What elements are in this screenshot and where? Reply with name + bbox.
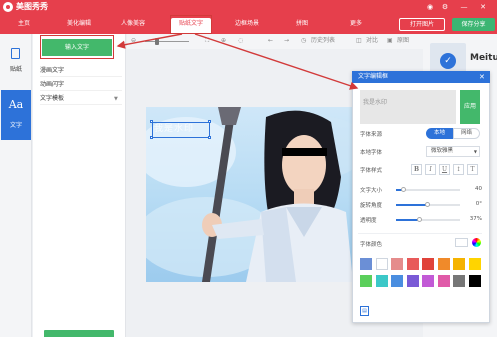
color-swatch[interactable] — [360, 275, 372, 287]
original-icon[interactable]: ▣ — [387, 37, 393, 45]
tab-collage[interactable]: 拼图 — [282, 18, 322, 30]
color-swatch[interactable] — [375, 275, 388, 287]
italic-button[interactable]: I — [425, 164, 436, 175]
dialog-divider — [358, 233, 482, 234]
tab-frame-scene[interactable]: 边框场景 — [224, 18, 270, 30]
local-font-label: 本地字体 — [360, 150, 383, 156]
redo-icon[interactable]: → — [284, 37, 289, 45]
menu-item-animated-text[interactable]: 动画闪字 — [40, 79, 122, 91]
watermark-text[interactable]: 我是水印 — [154, 122, 194, 136]
font-source-online-button[interactable]: 网络 — [453, 128, 480, 139]
color-swatch[interactable] — [406, 275, 419, 287]
original-label[interactable]: 原图 — [397, 37, 409, 45]
zoom-in-icon[interactable]: ⊕ — [221, 37, 226, 45]
menu-item-comic-text[interactable]: 漫画文字 — [40, 65, 122, 77]
compare-icon[interactable]: ◫ — [356, 37, 362, 45]
menu-item-text-template[interactable]: 文字模板 — [40, 93, 122, 105]
color-swatch[interactable] — [360, 258, 372, 270]
color-swatch[interactable] — [375, 258, 388, 270]
resize-handle-tl[interactable] — [150, 120, 153, 123]
nav-sticker[interactable]: 贴纸 — [0, 42, 32, 82]
nav-text[interactable]: Aa 文字 — [1, 90, 31, 140]
color-swatch[interactable] — [391, 258, 403, 270]
opacity-slider-knob[interactable] — [417, 217, 422, 222]
opacity-value: 37% — [469, 216, 482, 222]
compare-label[interactable]: 对比 — [366, 37, 378, 45]
color-swatch[interactable] — [422, 258, 434, 270]
title-bar — [0, 0, 497, 14]
save-share-button[interactable]: 保存分享 — [452, 18, 495, 31]
nav-sticker-label: 贴纸 — [9, 66, 22, 73]
size-slider-knob[interactable] — [401, 187, 406, 192]
check-icon: ✓ — [440, 53, 456, 69]
color-swatch[interactable] — [422, 275, 434, 287]
rotation-value: 0° — [475, 201, 482, 207]
size-value: 40 — [475, 186, 482, 192]
resize-handle-tr[interactable] — [208, 120, 211, 123]
font-source-label: 字体来源 — [360, 132, 383, 138]
app-title: 美图秀秀 — [16, 2, 48, 11]
preview-label: Meitu — [470, 53, 497, 63]
font-style-label: 字体样式 — [360, 168, 383, 174]
chevron-down-icon: ▼ — [473, 149, 477, 154]
rotation-slider-knob[interactable] — [425, 202, 430, 207]
fit-icon[interactable]: ⛶ — [205, 37, 209, 45]
resize-handle-br[interactable] — [208, 136, 211, 139]
current-color-box[interactable] — [455, 238, 468, 247]
color-swatch[interactable] — [468, 275, 481, 287]
color-swatch[interactable] — [437, 275, 450, 287]
bold-button[interactable]: B — [411, 164, 422, 175]
zoom-slider-knob[interactable] — [155, 38, 159, 45]
help-icon[interactable]: ◉ — [425, 1, 435, 13]
opacity-label: 透明度 — [360, 218, 377, 224]
bottom-action-button[interactable] — [44, 330, 114, 337]
tab-more[interactable]: 更多 — [336, 18, 376, 30]
zoom-slider[interactable] — [145, 41, 189, 42]
color-swatch[interactable] — [391, 275, 403, 287]
rotation-slider-fill — [396, 204, 428, 206]
tab-portrait[interactable]: 人像美容 — [110, 18, 156, 30]
color-swatch[interactable] — [406, 258, 419, 270]
underline-button[interactable]: U — [439, 164, 450, 175]
crop-icon[interactable]: ◌ — [238, 37, 243, 45]
nav-text-label: 文字 — [9, 122, 22, 129]
close-icon[interactable]: ✕ — [479, 72, 485, 82]
chevron-down-icon[interactable]: ▼ — [114, 96, 118, 102]
input-text-highlight-box — [40, 35, 114, 59]
size-label: 文字大小 — [360, 188, 383, 194]
app-logo-icon — [3, 2, 13, 12]
text-aa-icon: Aa — [8, 98, 24, 111]
text-input-placeholder: 我是水印 — [363, 99, 388, 106]
font-color-label: 字体颜色 — [360, 242, 383, 248]
history-icon[interactable]: ◷ — [301, 37, 306, 45]
open-image-button[interactable]: 打开图片 — [399, 18, 445, 31]
color-swatch[interactable] — [453, 258, 465, 270]
resize-handle-bl[interactable] — [150, 136, 153, 139]
apply-button[interactable]: 应用 — [460, 90, 480, 124]
color-swatch[interactable] — [453, 275, 465, 287]
close-icon[interactable]: ✕ — [478, 1, 488, 13]
text-input-area[interactable] — [360, 90, 456, 124]
rotation-label: 旋转角度 — [360, 203, 383, 209]
color-wheel-icon[interactable] — [472, 238, 481, 247]
undo-icon[interactable]: ← — [268, 37, 273, 45]
font-source-local-button[interactable]: 本地 — [426, 128, 453, 139]
color-swatch[interactable] — [468, 258, 481, 270]
trash-icon[interactable]: ▤ — [360, 306, 369, 316]
minimize-icon[interactable]: — — [459, 1, 469, 13]
tab-highlight-box — [170, 15, 212, 34]
history-list-label[interactable]: 历史列表 — [311, 37, 335, 45]
tab-beautify[interactable]: 美化编辑 — [56, 18, 102, 30]
tab-home[interactable]: 主页 — [6, 18, 42, 30]
vertical-text-button[interactable]: ↕ — [453, 164, 464, 175]
sticker-icon — [11, 48, 20, 59]
font-select[interactable]: 微软雅黑 ▼ — [426, 146, 480, 157]
shadow-text-button[interactable]: T — [467, 164, 478, 175]
zoom-out-icon[interactable]: ⊖ — [131, 37, 136, 45]
gear-icon[interactable]: ⚙ — [440, 1, 450, 13]
dialog-title: 文字编辑框 — [358, 73, 389, 80]
color-swatch[interactable] — [437, 258, 450, 270]
